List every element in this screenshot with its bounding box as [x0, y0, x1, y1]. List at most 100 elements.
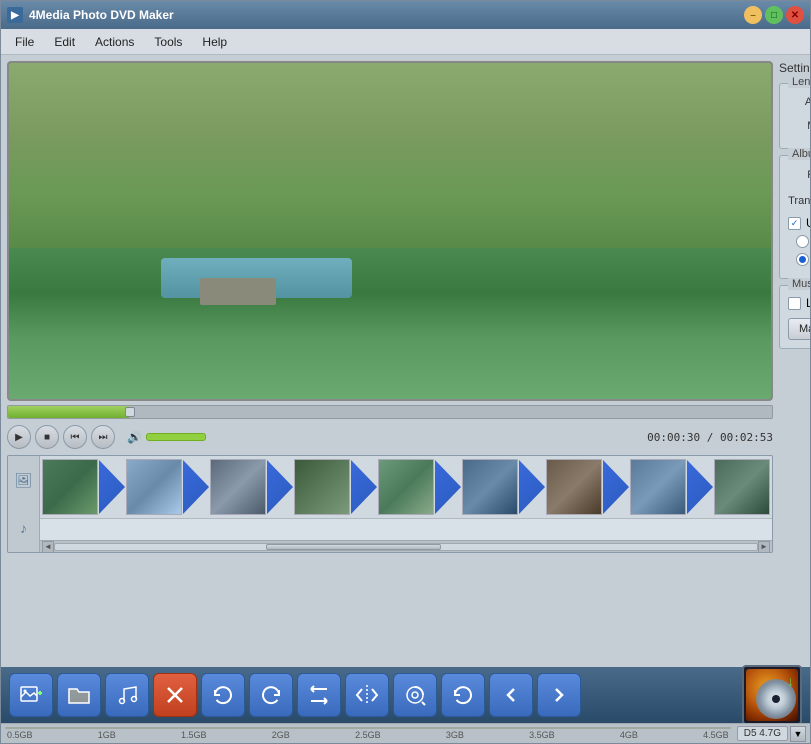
- close-button[interactable]: ✕: [786, 6, 804, 24]
- video-landscape: [9, 248, 771, 399]
- length-group: Length Album Music: [779, 83, 810, 149]
- menubar: File Edit Actions Tools Help: [1, 29, 810, 55]
- scroll-right-arrow[interactable]: ►: [758, 541, 770, 553]
- add-music-button[interactable]: [105, 673, 149, 717]
- photo-label: Photo: [788, 169, 810, 181]
- progress-bar[interactable]: [7, 405, 773, 419]
- prev-button[interactable]: ⏮: [63, 425, 87, 449]
- thumb-4[interactable]: [294, 459, 350, 515]
- transition-1: [99, 460, 125, 514]
- menu-file[interactable]: File: [5, 32, 44, 52]
- window-controls: – □ ✕: [744, 6, 804, 24]
- timeline-labels: 🖼 ♪: [8, 456, 40, 552]
- timeline-content: ◄ ►: [40, 456, 772, 552]
- music-settings-group: Music Settings Loop Manage Audio: [779, 285, 810, 349]
- photo-row: Photo ▲ ▼ ms 🎵: [788, 164, 810, 186]
- flip-button[interactable]: [345, 673, 389, 717]
- minimize-button[interactable]: –: [744, 6, 762, 24]
- album-row: Album: [788, 92, 810, 112]
- video-sky: [9, 63, 771, 248]
- stop-button[interactable]: ■: [35, 425, 59, 449]
- undo-button[interactable]: [441, 673, 485, 717]
- photo-track-icon: 🖼: [15, 472, 33, 489]
- thumb-9[interactable]: [714, 459, 770, 515]
- rotate-cw-button[interactable]: [249, 673, 293, 717]
- loop-checkbox[interactable]: [788, 297, 801, 310]
- scrollbar-thumb[interactable]: [266, 544, 442, 550]
- rotate-ccw-button[interactable]: [201, 673, 245, 717]
- mark-4: 2.5GB: [355, 730, 381, 740]
- music-track-icon: ♪: [20, 520, 27, 536]
- album-label: Album: [788, 96, 810, 108]
- dissolve-only-row: Dissolve Only: [796, 234, 810, 248]
- dissolve-only-radio[interactable]: [796, 235, 809, 248]
- thumb-6[interactable]: [462, 459, 518, 515]
- timeline-photos: [40, 456, 772, 518]
- volume-icon: 🔊: [127, 430, 142, 444]
- music-row: Music: [788, 116, 810, 136]
- transition-label: Transition: [788, 195, 810, 207]
- menu-actions[interactable]: Actions: [85, 32, 144, 52]
- thumb-2[interactable]: [126, 459, 182, 515]
- menu-edit[interactable]: Edit: [44, 32, 85, 52]
- manage-audio-button[interactable]: Manage Audio: [788, 318, 810, 340]
- transition-3: [267, 460, 293, 514]
- effects-button[interactable]: [393, 673, 437, 717]
- loop-label: Loop: [806, 296, 810, 310]
- maximize-button[interactable]: □: [765, 6, 783, 24]
- burn-button[interactable]: ↓: [742, 665, 802, 725]
- thumb-7[interactable]: [546, 459, 602, 515]
- time-display: 00:00:30 / 00:02:53: [647, 431, 773, 444]
- loop-button[interactable]: [297, 673, 341, 717]
- progress-handle[interactable]: [125, 407, 135, 417]
- thumb-8[interactable]: [630, 459, 686, 515]
- status-bar: 0.5GB 1GB 1.5GB 2GB 2.5GB 3GB 3.5GB 4GB …: [1, 723, 810, 743]
- window-title: 4Media Photo DVD Maker: [29, 8, 744, 22]
- right-panel: Settings Length Album Music Album Settin…: [779, 61, 810, 661]
- status-progress-bar: [5, 727, 731, 729]
- transition-2: [183, 460, 209, 514]
- mark-2: 1.5GB: [181, 730, 207, 740]
- transition-5: [435, 460, 461, 514]
- use-transition-label: Use Transition: [806, 216, 810, 230]
- length-group-title: Length: [788, 76, 810, 88]
- random-transition-radio[interactable]: [796, 253, 809, 266]
- timeline-wrapper: 🖼 ♪: [8, 456, 772, 552]
- thumb-5[interactable]: [378, 459, 434, 515]
- use-transition-checkbox[interactable]: [788, 217, 801, 230]
- transition-8: [687, 460, 713, 514]
- thumb-1[interactable]: [42, 459, 98, 515]
- disk-dropdown-arrow[interactable]: ▼: [790, 726, 806, 742]
- video-frame: [9, 63, 771, 399]
- album-settings-title: Album Settings: [788, 148, 810, 160]
- next-button[interactable]: ⏭: [91, 425, 115, 449]
- transition-4: [351, 460, 377, 514]
- burn-icon: ↓: [746, 669, 798, 721]
- use-transition-row: Use Transition: [788, 216, 810, 230]
- menu-help[interactable]: Help: [192, 32, 237, 52]
- titlebar: ▶ 4Media Photo DVD Maker – □ ✕: [1, 1, 810, 29]
- thumb-3[interactable]: [210, 459, 266, 515]
- play-button[interactable]: ▶: [7, 425, 31, 449]
- volume-bar[interactable]: [146, 433, 206, 441]
- transition-7: [603, 460, 629, 514]
- mark-0: 0.5GB: [7, 730, 33, 740]
- burn-arrow-icon: ↓: [787, 673, 794, 689]
- menu-tools[interactable]: Tools: [144, 32, 192, 52]
- forward-button[interactable]: [537, 673, 581, 717]
- status-marks: 0.5GB 1GB 1.5GB 2GB 2.5GB 3GB 3.5GB 4GB …: [5, 730, 731, 740]
- delete-button[interactable]: [153, 673, 197, 717]
- main-window: ▶ 4Media Photo DVD Maker – □ ✕ File Edit…: [0, 0, 811, 744]
- scroll-left-arrow[interactable]: ◄: [42, 541, 54, 553]
- burn-disc-hole: [772, 695, 780, 703]
- album-settings-group: Album Settings Photo ▲ ▼ ms 🎵 Transition: [779, 155, 810, 279]
- add-photo-button[interactable]: [9, 673, 53, 717]
- transition-row: Transition ▲ ▼ ms: [788, 190, 810, 212]
- music-settings-title: Music Settings: [788, 278, 810, 290]
- loop-row: Loop: [788, 296, 810, 310]
- open-folder-button[interactable]: [57, 673, 101, 717]
- main-content: ▶ ■ ⏮ ⏭ 🔊 00:00:30 / 00:02:53 🖼 ♪: [1, 55, 810, 667]
- scrollbar-track[interactable]: [54, 543, 758, 551]
- mark-1: 1GB: [98, 730, 116, 740]
- back-button[interactable]: [489, 673, 533, 717]
